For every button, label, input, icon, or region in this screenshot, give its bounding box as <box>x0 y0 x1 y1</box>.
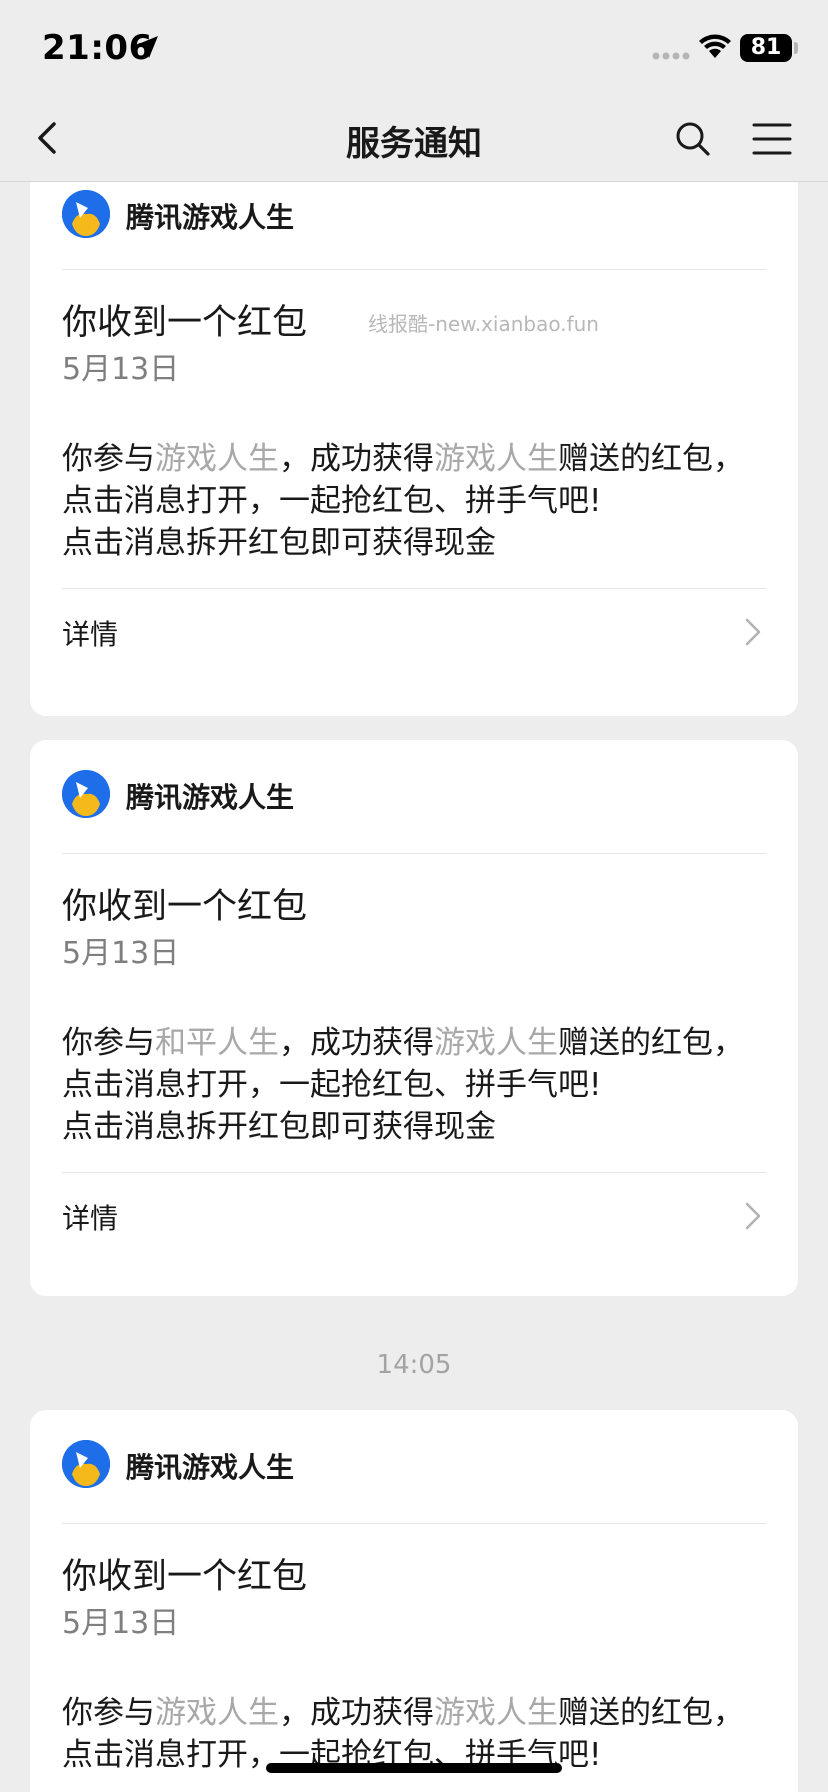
body-text: 点击消息拆开红包即可获得现金 <box>62 525 496 561</box>
highlight-text: 游戏人生 <box>434 441 558 477</box>
message-body: 你参与游戏人生，成功获得游戏人生赠送的红包，点击消息打开，一起抢红包、拼手气吧!… <box>62 438 766 564</box>
body-text: 你参与 <box>62 1025 155 1061</box>
avatar <box>62 770 110 818</box>
location-arrow-icon <box>136 36 158 58</box>
message-title: 你收到一个红包 <box>62 303 308 343</box>
navigation-bar: 服务通知 <box>0 96 828 182</box>
card-header[interactable]: 腾讯游戏人生 <box>62 1430 766 1524</box>
wifi-icon <box>699 34 731 58</box>
body-text: ，成功获得 <box>279 441 434 477</box>
status-bar: 21:06 81 <box>0 0 828 96</box>
avatar <box>62 1440 110 1488</box>
body-text: ，成功获得 <box>279 1025 434 1061</box>
message-date: 5月13日 <box>62 936 180 971</box>
highlight-text: 游戏人生 <box>155 1695 279 1731</box>
card-header[interactable]: 腾讯游戏人生 <box>62 168 766 270</box>
battery-icon: 81 <box>740 34 792 62</box>
notification-card[interactable]: 腾讯游戏人生 你收到一个红包 5月13日 你参与游戏人生，成功获得游戏人生赠送的… <box>30 1410 798 1792</box>
home-indicator[interactable] <box>266 1763 562 1773</box>
message-body: 你参与和平人生，成功获得游戏人生赠送的红包，点击消息打开，一起抢红包、拼手气吧!… <box>62 1022 766 1148</box>
notification-card[interactable]: 腾讯游戏人生 你收到一个红包 线报酷-new.xianbao.fun 5月13日… <box>30 142 798 716</box>
highlight-text: 和平人生 <box>155 1025 279 1061</box>
highlight-text: 游戏人生 <box>155 441 279 477</box>
message-title: 你收到一个红包 <box>62 1557 308 1597</box>
body-text: 你参与 <box>62 441 155 477</box>
avatar <box>62 190 110 238</box>
notification-card[interactable]: 腾讯游戏人生 你收到一个红包 5月13日 你参与和平人生，成功获得游戏人生赠送的… <box>30 740 798 1296</box>
sender-name: 腾讯游戏人生 <box>126 1451 295 1484</box>
chevron-right-icon <box>745 1202 761 1230</box>
message-date: 5月13日 <box>62 352 180 387</box>
body-text: 点击消息拆开红包即可获得现金 <box>62 1109 496 1145</box>
search-icon[interactable] <box>674 120 712 158</box>
card-header[interactable]: 腾讯游戏人生 <box>62 760 766 854</box>
sender-name: 腾讯游戏人生 <box>126 201 295 234</box>
message-date: 5月13日 <box>62 1606 180 1641</box>
body-text: 你参与 <box>62 1695 155 1731</box>
chevron-right-icon <box>745 618 761 646</box>
watermark-text: 线报酷-new.xianbao.fun <box>368 312 599 336</box>
message-title: 你收到一个红包 <box>62 887 308 927</box>
sender-name: 腾讯游戏人生 <box>126 781 295 814</box>
time-divider: 14:05 <box>376 1350 452 1380</box>
menu-icon[interactable] <box>752 120 792 158</box>
details-label: 详情 <box>62 1202 119 1235</box>
highlight-text: 游戏人生 <box>434 1695 558 1731</box>
details-link[interactable]: 详情 <box>62 588 766 676</box>
signal-icon <box>652 52 690 60</box>
details-link[interactable]: 详情 <box>62 1172 766 1260</box>
battery-nub <box>794 42 798 54</box>
body-text: ，成功获得 <box>279 1695 434 1731</box>
service-notifications-screen: 21:06 81 服务通知 腾讯游戏人生 你收到一个红包 线报酷-new.xia… <box>0 0 828 1792</box>
highlight-text: 游戏人生 <box>434 1025 558 1061</box>
details-label: 详情 <box>62 618 119 651</box>
